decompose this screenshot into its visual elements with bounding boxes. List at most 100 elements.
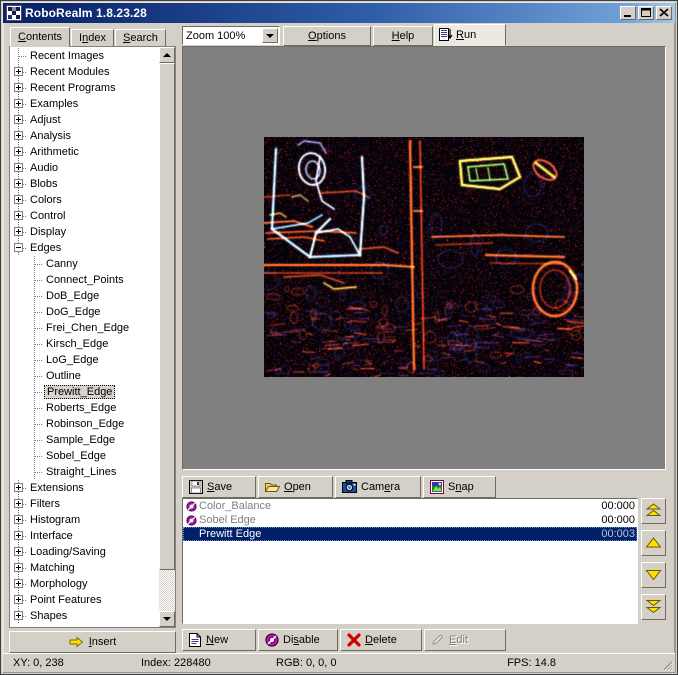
scroll-up-button[interactable] (159, 47, 175, 63)
save-button[interactable]: Save (182, 476, 256, 498)
tab-index[interactable]: Index (71, 29, 114, 47)
tree-connector (13, 528, 27, 544)
tree-item-sample-edge[interactable]: Sample_Edge (11, 432, 160, 448)
pipeline-row[interactable]: Color_Balance 00:000 (183, 499, 637, 513)
tree-item-dog-edge[interactable]: DoG_Edge (11, 304, 160, 320)
resize-grip[interactable] (659, 657, 674, 672)
run-tab[interactable]: Run (434, 24, 506, 46)
tree-item-dob-edge[interactable]: DoB_Edge (11, 288, 160, 304)
disable-button[interactable]: Disable (258, 629, 338, 651)
tree-item-analysis[interactable]: Analysis (11, 128, 160, 144)
move-up-button[interactable] (641, 530, 666, 556)
expand-icon[interactable] (14, 115, 23, 124)
tab-contents[interactable]: Contents (10, 27, 71, 47)
tree-connector (13, 96, 27, 112)
open-button[interactable]: Open (258, 476, 333, 498)
snap-button[interactable]: Snap (423, 476, 496, 498)
tree-item-robinson-edge[interactable]: Robinson_Edge (11, 416, 160, 432)
tree-item-sobel-edge[interactable]: Sobel_Edge (11, 448, 160, 464)
expand-icon[interactable] (14, 595, 23, 604)
tree-item-recent-programs[interactable]: Recent Programs (11, 80, 160, 96)
expand-icon[interactable] (14, 483, 23, 492)
close-button[interactable] (656, 6, 672, 20)
expand-icon[interactable] (14, 131, 23, 140)
maximize-button[interactable] (638, 6, 654, 20)
tab-search[interactable]: Search (114, 29, 166, 47)
tree-item-label: Robinson_Edge (46, 418, 125, 430)
collapse-icon[interactable] (14, 243, 23, 252)
tree-item-shapes[interactable]: Shapes (11, 608, 160, 624)
options-button[interactable]: Options (283, 26, 371, 46)
image-preview-panel[interactable] (182, 46, 666, 470)
delete-button[interactable]: Delete (340, 629, 422, 651)
expand-icon[interactable] (14, 163, 23, 172)
expand-icon[interactable] (14, 515, 23, 524)
expand-icon[interactable] (14, 99, 23, 108)
tree-item-interface[interactable]: Interface (11, 528, 160, 544)
pipeline-row[interactable]: Prewitt Edge 00:003 (183, 527, 637, 541)
move-to-top-button[interactable] (641, 498, 666, 524)
pipeline-list[interactable]: Color_Balance 00:000 Sobel Edge 00:000 Prewi… (182, 498, 638, 624)
tree-item-matching[interactable]: Matching (11, 560, 160, 576)
tree-item-kirsch-edge[interactable]: Kirsch_Edge (11, 336, 160, 352)
tree-item-colors[interactable]: Colors (11, 192, 160, 208)
tree-item-log-edge[interactable]: LoG_Edge (11, 352, 160, 368)
expand-icon[interactable] (14, 499, 23, 508)
tree-item-outline[interactable]: Outline (11, 368, 160, 384)
expand-icon[interactable] (14, 547, 23, 556)
module-tree[interactable]: Recent Images Recent Modules Recent Progra… (9, 46, 176, 628)
chevron-down-icon[interactable] (262, 28, 278, 43)
tree-item-morphology[interactable]: Morphology (11, 576, 160, 592)
tree-item-label: Filters (30, 498, 60, 510)
tree-item-adjust[interactable]: Adjust (11, 112, 160, 128)
title-bar[interactable]: RoboRealm 1.8.23.28 (3, 3, 675, 23)
expand-icon[interactable] (14, 227, 23, 236)
expand-icon[interactable] (14, 195, 23, 204)
move-down-button[interactable] (641, 562, 666, 588)
expand-icon[interactable] (14, 83, 23, 92)
tree-item-arithmetic[interactable]: Arithmetic (11, 144, 160, 160)
expand-icon[interactable] (14, 611, 23, 620)
zoom-select[interactable]: Zoom 100% (182, 26, 280, 45)
scroll-down-button[interactable] (159, 611, 175, 627)
expand-icon[interactable] (14, 211, 23, 220)
tree-item-straight-lines[interactable]: Straight_Lines (11, 464, 160, 480)
status-xy: XY: 0, 238 (13, 657, 64, 669)
tree-item-canny[interactable]: Canny (11, 256, 160, 272)
tree-item-blobs[interactable]: Blobs (11, 176, 160, 192)
tree-item-roberts-edge[interactable]: Roberts_Edge (11, 400, 160, 416)
scrollbar-thumb[interactable] (159, 63, 175, 570)
tree-item-recent-images[interactable]: Recent Images (11, 48, 160, 64)
tree-item-examples[interactable]: Examples (11, 96, 160, 112)
minimize-button[interactable] (620, 6, 636, 20)
pipeline-row[interactable]: Sobel Edge 00:000 (183, 513, 637, 527)
edit-button[interactable]: Edit (424, 629, 506, 651)
snap-label: Snap (448, 481, 474, 493)
move-to-bottom-button[interactable] (641, 594, 666, 620)
help-button[interactable]: Help (373, 26, 433, 46)
camera-button[interactable]: Camera (335, 476, 421, 498)
tree-item-loading-saving[interactable]: Loading/Saving (11, 544, 160, 560)
tree-item-frei-chen-edge[interactable]: Frei_Chen_Edge (11, 320, 160, 336)
tree-item-connect-points[interactable]: Connect_Points (11, 272, 160, 288)
expand-icon[interactable] (14, 531, 23, 540)
tree-item-filters[interactable]: Filters (11, 496, 160, 512)
tree-item-point-features[interactable]: Point Features (11, 592, 160, 608)
expand-icon[interactable] (14, 179, 23, 188)
tree-item-prewitt-edge[interactable]: Prewitt_Edge (11, 384, 160, 400)
module-tree-scrollbar[interactable] (159, 47, 175, 627)
tree-item-edges[interactable]: Edges (11, 240, 160, 256)
tree-item-histogram[interactable]: Histogram (11, 512, 160, 528)
new-button[interactable]: New (182, 629, 256, 651)
tree-item-extensions[interactable]: Extensions (11, 480, 160, 496)
insert-button[interactable]: Insert (9, 631, 176, 653)
expand-icon[interactable] (14, 147, 23, 156)
expand-icon[interactable] (14, 579, 23, 588)
tree-item-recent-modules[interactable]: Recent Modules (11, 64, 160, 80)
expand-icon[interactable] (14, 67, 23, 76)
tree-item-audio[interactable]: Audio (11, 160, 160, 176)
tree-item-display[interactable]: Display (11, 224, 160, 240)
tree-item-control[interactable]: Control (11, 208, 160, 224)
module-tree-list[interactable]: Recent Images Recent Modules Recent Progra… (11, 48, 160, 626)
expand-icon[interactable] (14, 563, 23, 572)
